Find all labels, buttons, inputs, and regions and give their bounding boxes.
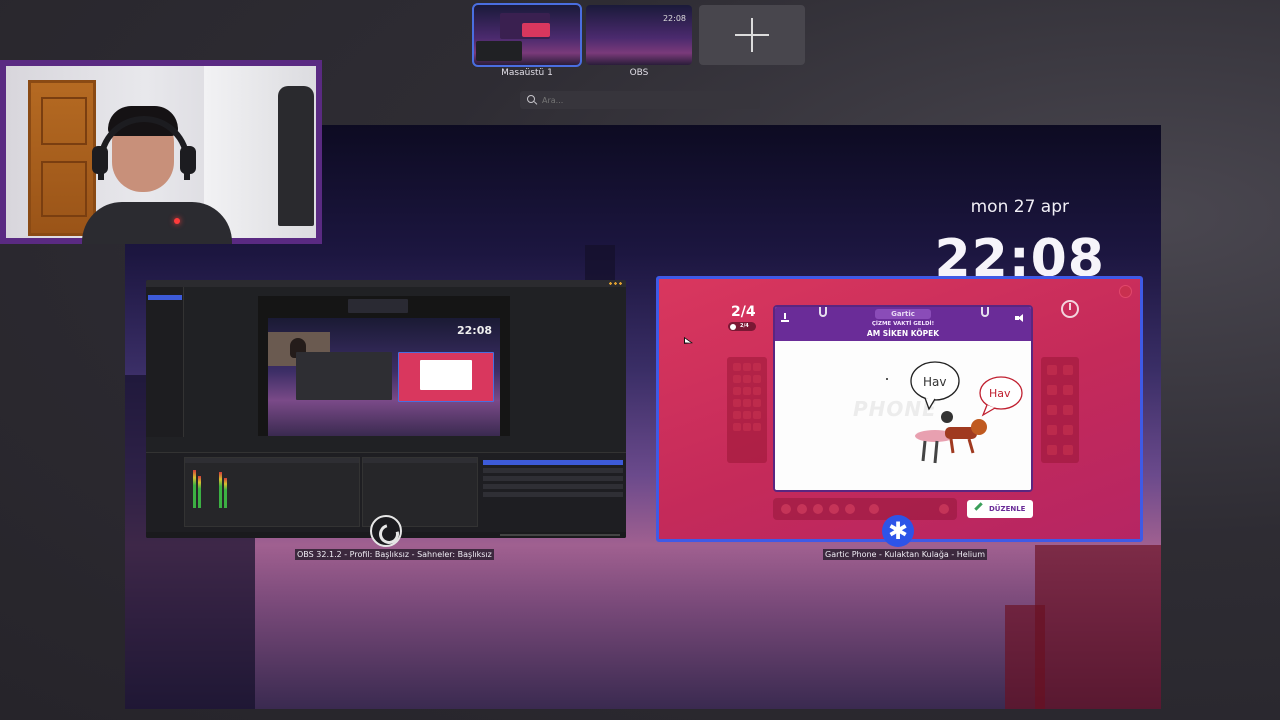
workspace-label-1: Masaüstü 1 xyxy=(501,68,553,78)
volume-icon[interactable] xyxy=(1015,314,1025,322)
close-button[interactable] xyxy=(1120,286,1131,297)
obs-titlebar xyxy=(146,280,626,287)
round-badge: 2/4 xyxy=(728,322,756,331)
pencil-icon xyxy=(974,502,983,511)
obs-preview-time: 22:08 xyxy=(456,324,492,337)
brush-size-toolbar[interactable] xyxy=(773,498,957,520)
speech-bubble-1: Hav xyxy=(923,375,946,389)
obs-audio-mixer xyxy=(184,457,360,527)
round-counter: 2/4 xyxy=(731,304,756,320)
prompt-subtitle: ÇİZME VAKTİ GELDİ! xyxy=(871,321,935,327)
clock-date: mon 27 apr xyxy=(970,197,1069,217)
obs-controls xyxy=(481,457,625,527)
obs-window-label[interactable]: OBS 32.1.2 - Profil: Başlıksız - Sahnele… xyxy=(295,549,494,560)
webcam-overlay xyxy=(0,60,322,244)
gartic-logo: Gartic xyxy=(875,309,931,319)
speech-bubble-2: Hav xyxy=(989,387,1011,400)
search-input[interactable] xyxy=(542,95,742,105)
gartic-window-label[interactable]: Gartic Phone - Kulaktan Kulağa - Helium xyxy=(823,549,988,560)
timer-icon xyxy=(1061,300,1079,318)
edit-button-label: DÜZENLE xyxy=(989,505,1026,513)
color-palette[interactable] xyxy=(727,357,767,463)
obs-app-icon xyxy=(370,515,402,547)
helium-app-icon: ✱ xyxy=(882,515,914,547)
workspace-label-2: OBS xyxy=(629,68,649,78)
tool-palette[interactable] xyxy=(1041,357,1079,463)
search-icon xyxy=(527,95,537,105)
prompt-text: AM SİKEN KÖPEK xyxy=(866,329,940,338)
workspace-thumb-1[interactable] xyxy=(472,3,582,67)
streamer xyxy=(82,106,232,244)
workspace-thumb-time: 22:08 xyxy=(662,14,686,23)
edit-button[interactable]: DÜZENLE xyxy=(967,500,1033,518)
obs-window[interactable]: 22:08 xyxy=(146,280,626,538)
obs-preview: 22:08 xyxy=(258,296,510,436)
add-workspace-button[interactable] xyxy=(699,5,805,65)
drawing-panel: Gartic ÇİZME VAKTİ GELDİ! AM SİKEN KÖPEK… xyxy=(773,305,1033,492)
drawing: Hav Hav xyxy=(886,361,1023,464)
obs-scene-list xyxy=(146,287,184,437)
search-bar[interactable] xyxy=(520,91,760,109)
workspace-thumb-2[interactable]: 22:08 xyxy=(586,5,692,65)
drawing-canvas[interactable]: PHONE Hav Hav xyxy=(775,341,1031,490)
prompt-header: Gartic ÇİZME VAKTİ GELDİ! AM SİKEN KÖPEK xyxy=(775,307,1031,341)
gartic-window[interactable]: 2/4 2/4 Gartic ÇİZME VAKTİ GELDİ! AM SİK… xyxy=(656,276,1143,542)
